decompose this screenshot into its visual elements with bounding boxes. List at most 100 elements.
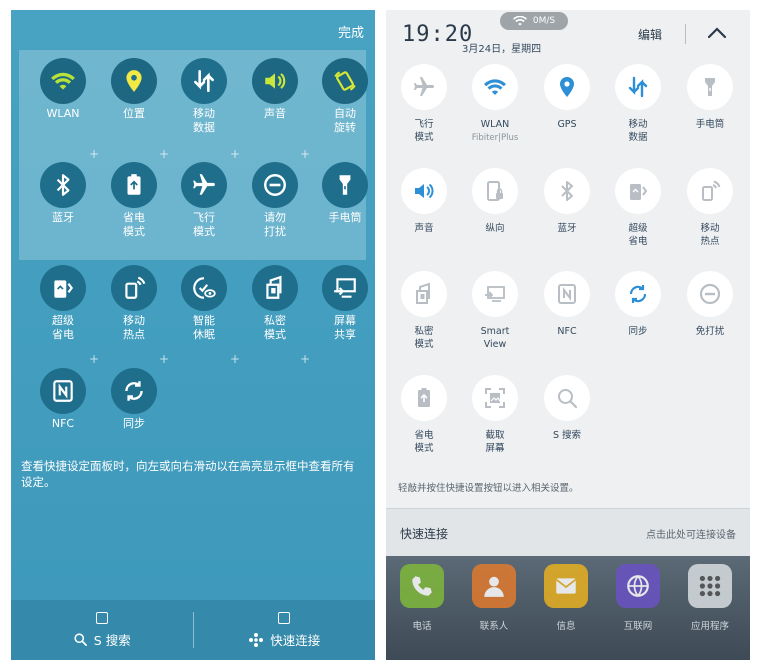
quick-connect-title: 快速连接	[400, 527, 449, 541]
flashlight-icon	[687, 64, 733, 110]
home-dock: 电话 联系人 信息 互联网 应用程序	[386, 556, 750, 660]
grid-plus-marker: +	[230, 147, 241, 161]
dock-app-messages[interactable]: 信息	[535, 564, 597, 632]
tile-label: 移动 数据	[193, 107, 215, 134]
tile-ultra-power-saving[interactable]: 超级 省电	[28, 265, 98, 342]
tile-label: 私密 模式	[414, 326, 434, 350]
mobile-data-icon	[615, 64, 661, 110]
tile-nfc[interactable]: NFC	[28, 368, 98, 431]
edit-hint-text: 查看快捷设定面板时，向左或向右滑动以在高亮显示框中查看所有设定。	[21, 459, 355, 489]
tile-label: 纵向	[485, 223, 505, 234]
checkbox-icon	[278, 612, 291, 624]
tile-label: 同步	[628, 326, 648, 337]
tile-power-saving[interactable]: 省电 模式	[388, 375, 460, 455]
smart-view-icon	[472, 271, 518, 317]
tile-flashlight[interactable]: 手电筒	[674, 64, 746, 131]
edit-button[interactable]: 编辑	[638, 26, 662, 43]
quick-connect-action: 点击此处可连接设备	[646, 530, 736, 541]
search-icon	[544, 375, 590, 421]
tile-label: 超级 省电	[52, 314, 74, 341]
tile-do-not-disturb[interactable]: 请勿 打扰	[240, 162, 310, 239]
dock-app-label: 电话	[412, 621, 432, 632]
tile-label: 智能 休眠	[193, 314, 215, 341]
tile-smart-view[interactable]: Smart View	[459, 271, 531, 351]
tile-search[interactable]: S 搜索	[531, 375, 603, 442]
tile-mobile-data[interactable]: 移动 数据	[602, 64, 674, 144]
location-icon	[111, 58, 157, 104]
tile-screenshot[interactable]: 截取 屏幕	[459, 375, 531, 455]
tile-label: 屏幕 共享	[334, 314, 356, 341]
tile-label: 蓝牙	[557, 223, 577, 234]
sound-icon	[252, 58, 298, 104]
tile-label: WLAN	[480, 119, 510, 130]
tile-label: Smart View	[480, 326, 510, 350]
tile-label: NFC	[557, 326, 577, 337]
quick-connect-button[interactable]: 快速连接	[194, 600, 376, 660]
dock-app-apps[interactable]: 应用程序	[679, 564, 741, 632]
tile-label: 省电 模式	[414, 430, 434, 454]
tile-power-saving[interactable]: 省电 模式	[99, 162, 169, 239]
tile-screen-share[interactable]: 屏幕 共享	[310, 265, 375, 342]
tile-hotspot[interactable]: 移动 热点	[99, 265, 169, 342]
tile-do-not-disturb[interactable]: 免打扰	[674, 271, 746, 338]
tile-sync[interactable]: 同步	[602, 271, 674, 338]
tile-airplane[interactable]: 飞行 模式	[169, 162, 239, 239]
tile-smart-stay[interactable]: 智能 休眠	[169, 265, 239, 342]
collapse-chevron-icon[interactable]	[706, 24, 728, 42]
s-search-button[interactable]: S 搜索	[11, 600, 193, 660]
quick-connect-bar[interactable]: 快速连接 点击此处可连接设备	[386, 508, 750, 556]
private-mode-icon	[401, 271, 447, 317]
wifi-icon	[40, 58, 86, 104]
location-icon	[544, 64, 590, 110]
tile-ultra-power-saving[interactable]: 超级 省电	[602, 168, 674, 248]
tile-label: WLAN	[46, 107, 80, 120]
quick-settings-edit-panel: 完成 WLAN 位置 移动 数据 声音 自动 旋转 蓝牙 省电 模式 飞行 模式…	[11, 10, 375, 660]
tile-wifi[interactable]: WLAN Fibiter|Plus	[459, 64, 531, 143]
tile-label: 蓝牙	[52, 211, 74, 224]
tile-wifi[interactable]: WLAN	[28, 58, 98, 121]
dock-app-phone[interactable]: 电话	[391, 564, 453, 632]
tile-label: 移动 热点	[700, 223, 720, 247]
tile-sync[interactable]: 同步	[99, 368, 169, 431]
notification-panel: 19:20 3月24日，星期四 0M/S 编辑 飞行 模式 WLAN Fibite…	[386, 10, 750, 660]
dock-app-label: 联系人	[479, 621, 509, 632]
done-button[interactable]: 完成	[338, 22, 364, 41]
tile-flashlight[interactable]: 手电筒	[310, 162, 375, 225]
sync-icon	[615, 271, 661, 317]
tile-airplane[interactable]: 飞行 模式	[388, 64, 460, 144]
tile-label: 声音	[414, 223, 434, 234]
mobile-data-icon	[181, 58, 227, 104]
tile-nfc[interactable]: NFC	[531, 271, 603, 338]
dock-app-label: 信息	[556, 621, 576, 632]
search-icon	[74, 633, 87, 646]
tile-private-mode[interactable]: 私密 模式	[240, 265, 310, 342]
messages-icon	[544, 564, 588, 608]
tile-label: NFC	[51, 417, 75, 430]
ultra-power-saving-icon	[40, 265, 86, 311]
tile-sound[interactable]: 声音	[388, 168, 460, 235]
tile-location[interactable]: GPS	[531, 64, 603, 131]
dock-app-internet[interactable]: 互联网	[607, 564, 669, 632]
dock-app-label: 应用程序	[690, 621, 729, 632]
tile-mobile-data[interactable]: 移动 数据	[169, 58, 239, 135]
tile-label: 私密 模式	[264, 314, 286, 341]
tile-location[interactable]: 位置	[99, 58, 169, 121]
tile-sound[interactable]: 声音	[240, 58, 310, 121]
airplane-icon	[181, 162, 227, 208]
dock-app-contacts[interactable]: 联系人	[463, 564, 525, 632]
tile-label: 声音	[264, 107, 286, 120]
tile-portrait-lock[interactable]: 纵向	[459, 168, 531, 235]
tile-private-mode[interactable]: 私密 模式	[388, 271, 460, 351]
network-speed: 0M/S	[532, 16, 556, 26]
tile-label: 飞行 模式	[414, 119, 434, 143]
tile-bluetooth[interactable]: 蓝牙	[28, 162, 98, 225]
tile-bluetooth[interactable]: 蓝牙	[531, 168, 603, 235]
apps-icon	[688, 564, 732, 608]
tile-label: 手电筒	[328, 211, 362, 224]
grid-plus-marker: +	[89, 352, 100, 366]
tile-label: 移动 热点	[123, 314, 145, 341]
sync-icon	[111, 368, 157, 414]
tile-auto-rotate[interactable]: 自动 旋转	[310, 58, 375, 135]
flashlight-icon	[322, 162, 368, 208]
tile-hotspot[interactable]: 移动 热点	[674, 168, 746, 248]
